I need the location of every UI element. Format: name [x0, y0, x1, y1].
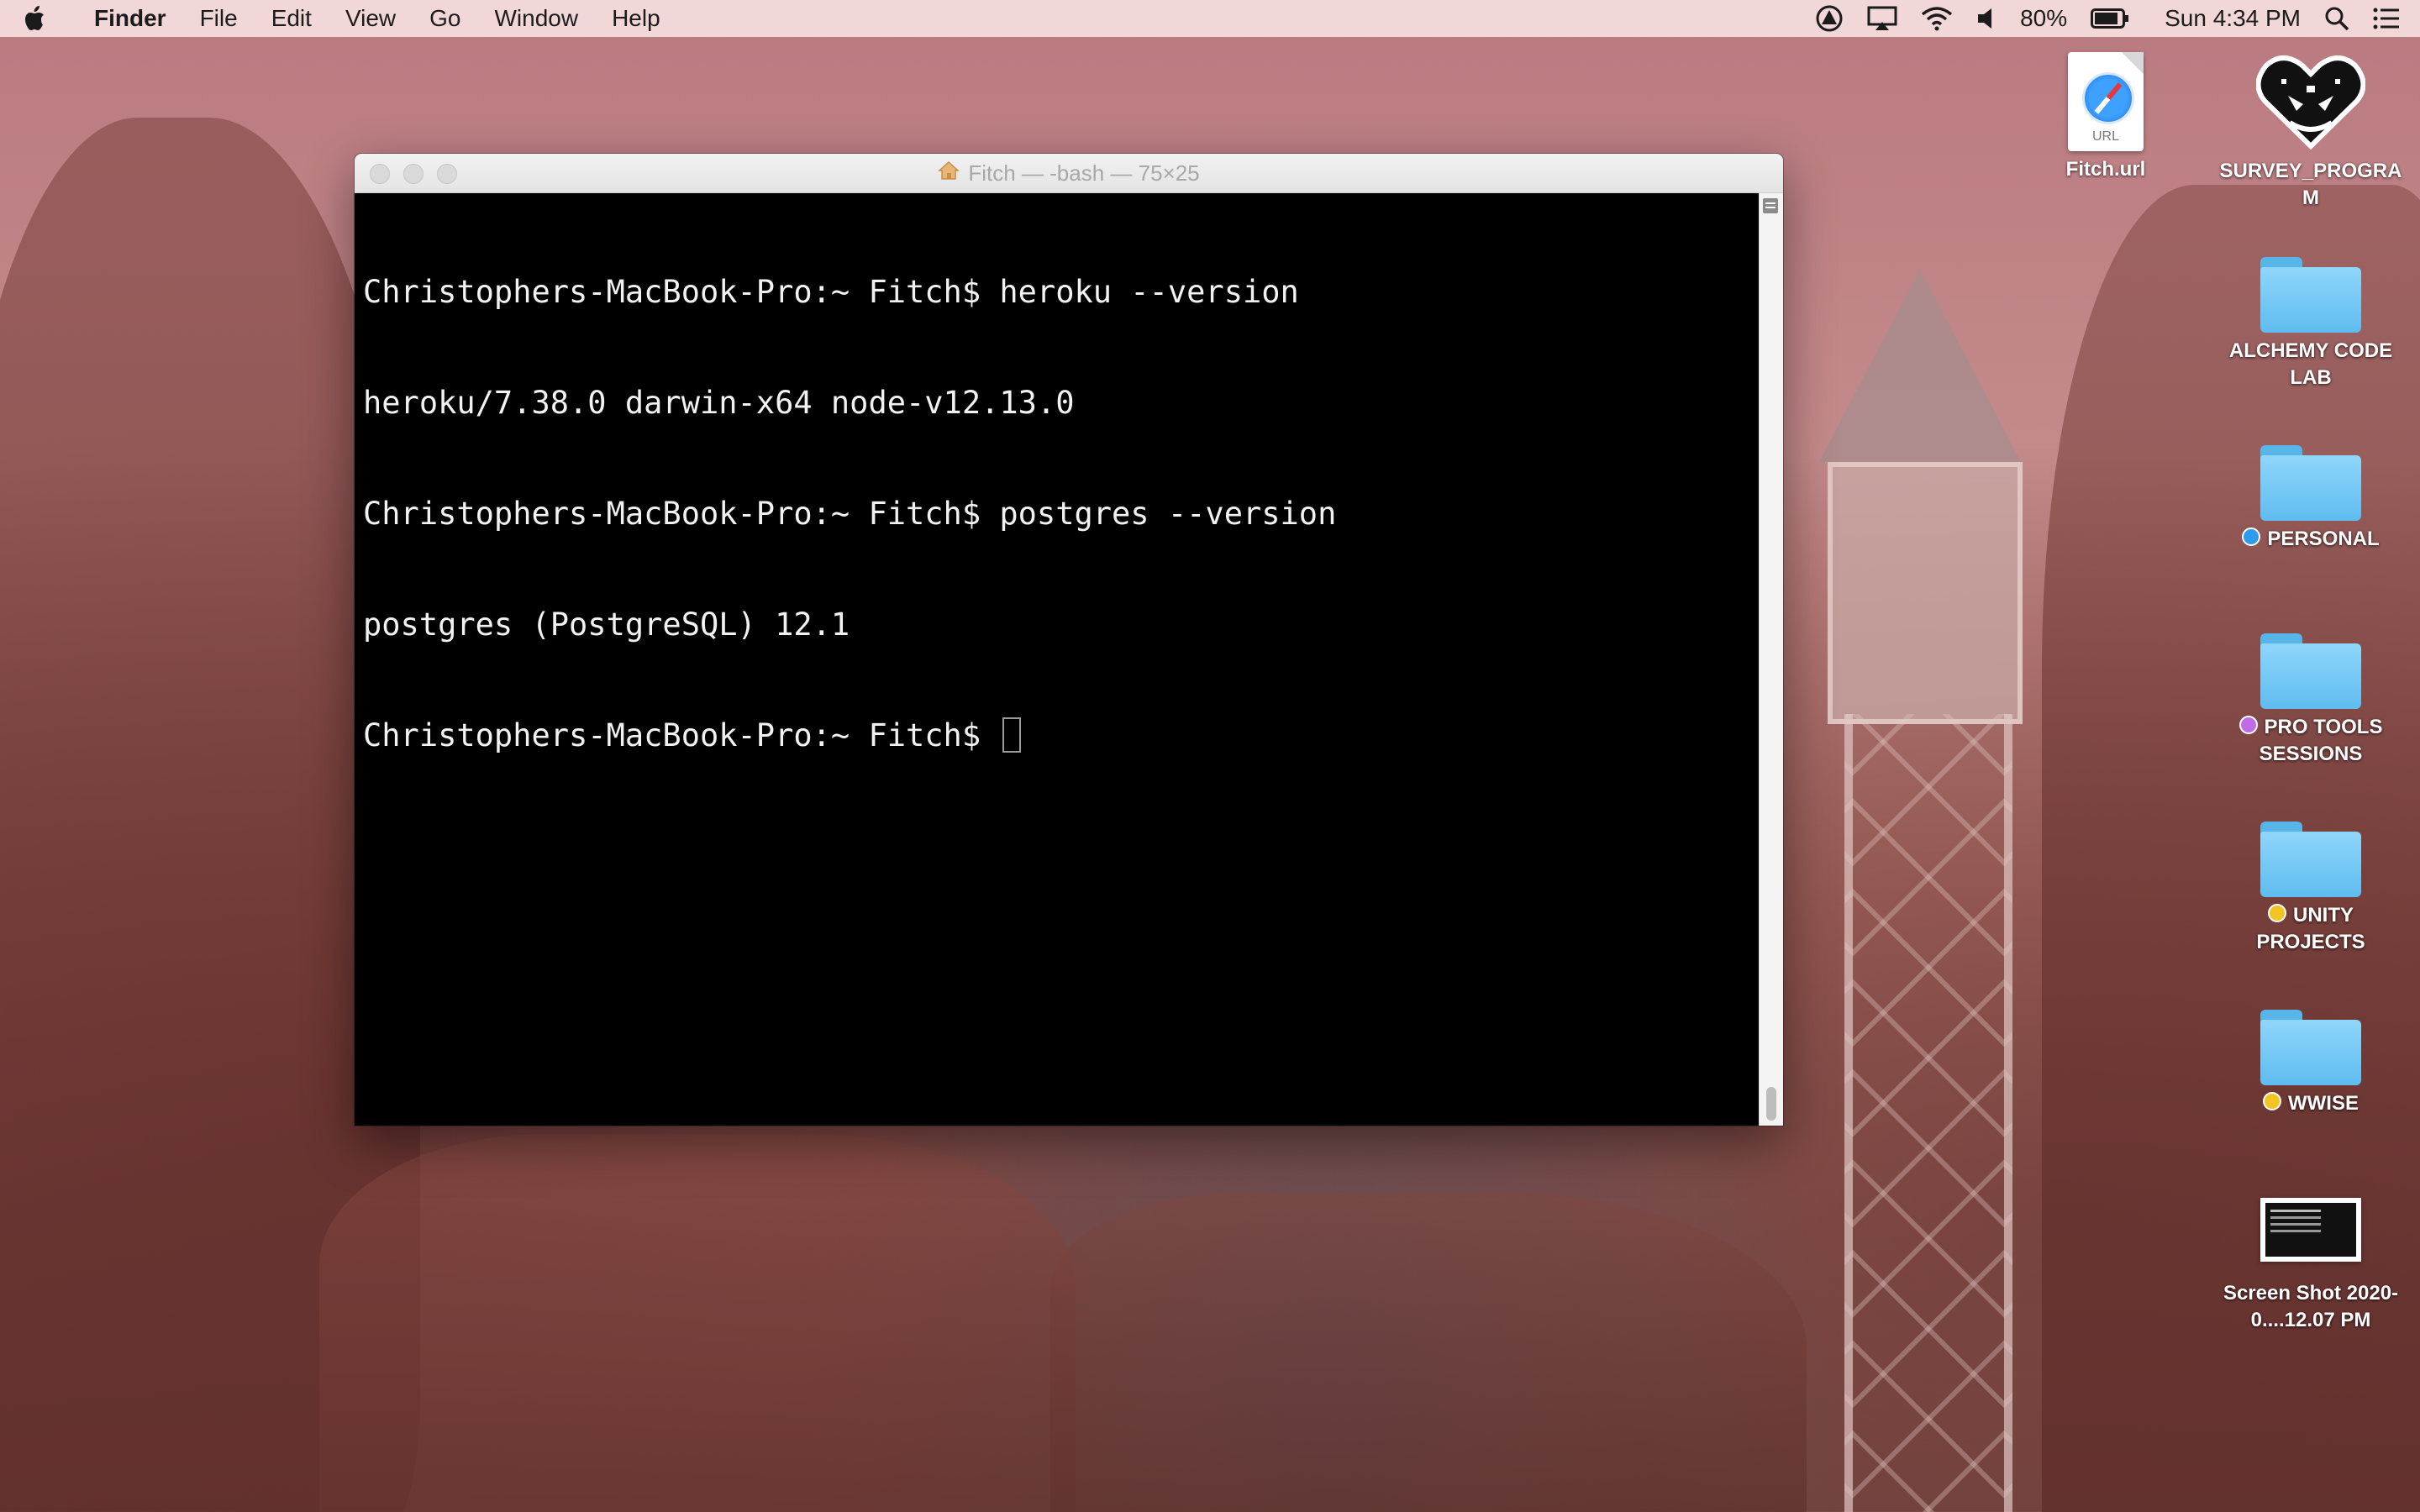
terminal-line: Christophers-MacBook-Pro:~ Fitch$ heroku…	[363, 274, 1299, 310]
terminal-window[interactable]: Fitch — -bash — 75×25 Christophers-MacBo…	[355, 154, 1783, 1126]
menu-edit[interactable]: Edit	[255, 0, 329, 37]
desktop-icon-unity-projects[interactable]: UNITY PROJECTS	[2210, 806, 2412, 956]
terminal-title: Fitch — -bash — 75×25	[968, 160, 1200, 186]
menu-view[interactable]: View	[329, 0, 413, 37]
battery-percent: 80%	[2020, 5, 2068, 31]
tag-blue-dot	[2242, 528, 2261, 546]
desktop-icon-label: PRO TOOLS SESSIONS	[2259, 716, 2383, 765]
menu-help[interactable]: Help	[595, 0, 677, 37]
terminal-output[interactable]: Christophers-MacBook-Pro:~ Fitch$ heroku…	[355, 193, 1760, 1126]
split-pane-button[interactable]	[1763, 198, 1778, 213]
spotlight-search-icon[interactable]	[2324, 6, 2349, 31]
menu-window[interactable]: Window	[477, 0, 595, 37]
screenshot-thumbnail-icon	[2260, 1198, 2361, 1262]
minimize-button[interactable]	[403, 164, 424, 184]
desktop-icon-label: Screen Shot 2020-0....12.07 PM	[2223, 1282, 2399, 1331]
desktop-icon-pro-tools-sessions[interactable]: PRO TOOLS SESSIONS	[2210, 618, 2412, 768]
menu-file[interactable]: File	[183, 0, 255, 37]
menu-bar: Finder File Edit View Go Window Help 80%…	[0, 0, 2420, 37]
text-cursor	[1002, 717, 1022, 753]
terminal-prompt: Christophers-MacBook-Pro:~ Fitch$	[363, 717, 1000, 753]
folder-icon	[2260, 633, 2361, 709]
folder-icon	[2260, 1010, 2361, 1085]
clock[interactable]: Sun 4:34 PM	[2165, 5, 2301, 32]
home-folder-icon	[938, 160, 960, 186]
desktop-icon-wwise[interactable]: WWISE	[2210, 995, 2412, 1117]
terminal-line: Christophers-MacBook-Pro:~ Fitch$ postgr…	[363, 496, 1337, 532]
tag-yellow-dot	[2263, 1092, 2281, 1110]
safari-url-file-icon: URL	[2068, 52, 2144, 151]
url-badge: URL	[2091, 129, 2119, 144]
tag-purple-dot	[2238, 716, 2258, 734]
desktop-icon-label: SURVEY_PROGRAM	[2219, 160, 2402, 209]
terminal-prompt-line[interactable]: Christophers-MacBook-Pro:~ Fitch$	[363, 717, 1751, 754]
heart-app-icon	[2256, 55, 2365, 150]
wifi-icon[interactable]	[1921, 6, 1953, 31]
window-controls	[370, 164, 457, 184]
wallpaper-rock-bottom-right	[1050, 1193, 1807, 1512]
terminal-titlebar[interactable]: Fitch — -bash — 75×25	[355, 154, 1783, 193]
status-area: 80% Sun 4:34 PM	[1815, 0, 2400, 37]
vpn-icon[interactable]	[1815, 4, 1844, 33]
wallpaper-tower	[1794, 269, 2046, 1512]
terminal-line: postgres (PostgreSQL) 12.1	[363, 606, 850, 643]
folder-icon	[2260, 257, 2361, 333]
terminal-scrollbar[interactable]	[1759, 193, 1783, 1126]
desktop-icon-label: WWISE	[2288, 1092, 2359, 1115]
battery-icon[interactable]	[2091, 8, 2129, 29]
close-button[interactable]	[370, 164, 390, 184]
airplay-icon[interactable]	[1867, 6, 1897, 31]
desktop-icon-label: PERSONAL	[2267, 528, 2380, 550]
volume-icon[interactable]	[1976, 7, 1996, 30]
zoom-button[interactable]	[437, 164, 457, 184]
folder-icon	[2260, 822, 2361, 897]
desktop-icon-alchemy-code-lab[interactable]: ALCHEMY CODE LAB	[2210, 242, 2412, 391]
wallpaper-rock-bottom	[319, 1134, 1076, 1512]
desktop-icon-fitch-url[interactable]: URL Fitch.url	[2005, 52, 2207, 183]
apple-menu-icon[interactable]	[24, 0, 71, 37]
notification-center-icon[interactable]	[2373, 7, 2400, 30]
folder-icon	[2260, 445, 2361, 521]
desktop-icon-survey-program[interactable]: SURVEY_PROGRAM	[2210, 52, 2412, 212]
menu-app-finder[interactable]: Finder	[77, 0, 183, 37]
desktop-icon-label: Fitch.url	[2065, 158, 2146, 181]
scroll-thumb[interactable]	[1766, 1087, 1776, 1121]
tag-yellow-dot	[2268, 904, 2286, 922]
desktop-icon-screenshot[interactable]: Screen Shot 2020-0....12.07 PM	[2210, 1183, 2412, 1334]
terminal-line: heroku/7.38.0 darwin-x64 node-v12.13.0	[363, 385, 1075, 421]
desktop-icon-label: ALCHEMY CODE LAB	[2228, 339, 2393, 389]
menu-go[interactable]: Go	[413, 0, 477, 37]
desktop-icon-personal[interactable]: PERSONAL	[2210, 430, 2412, 553]
